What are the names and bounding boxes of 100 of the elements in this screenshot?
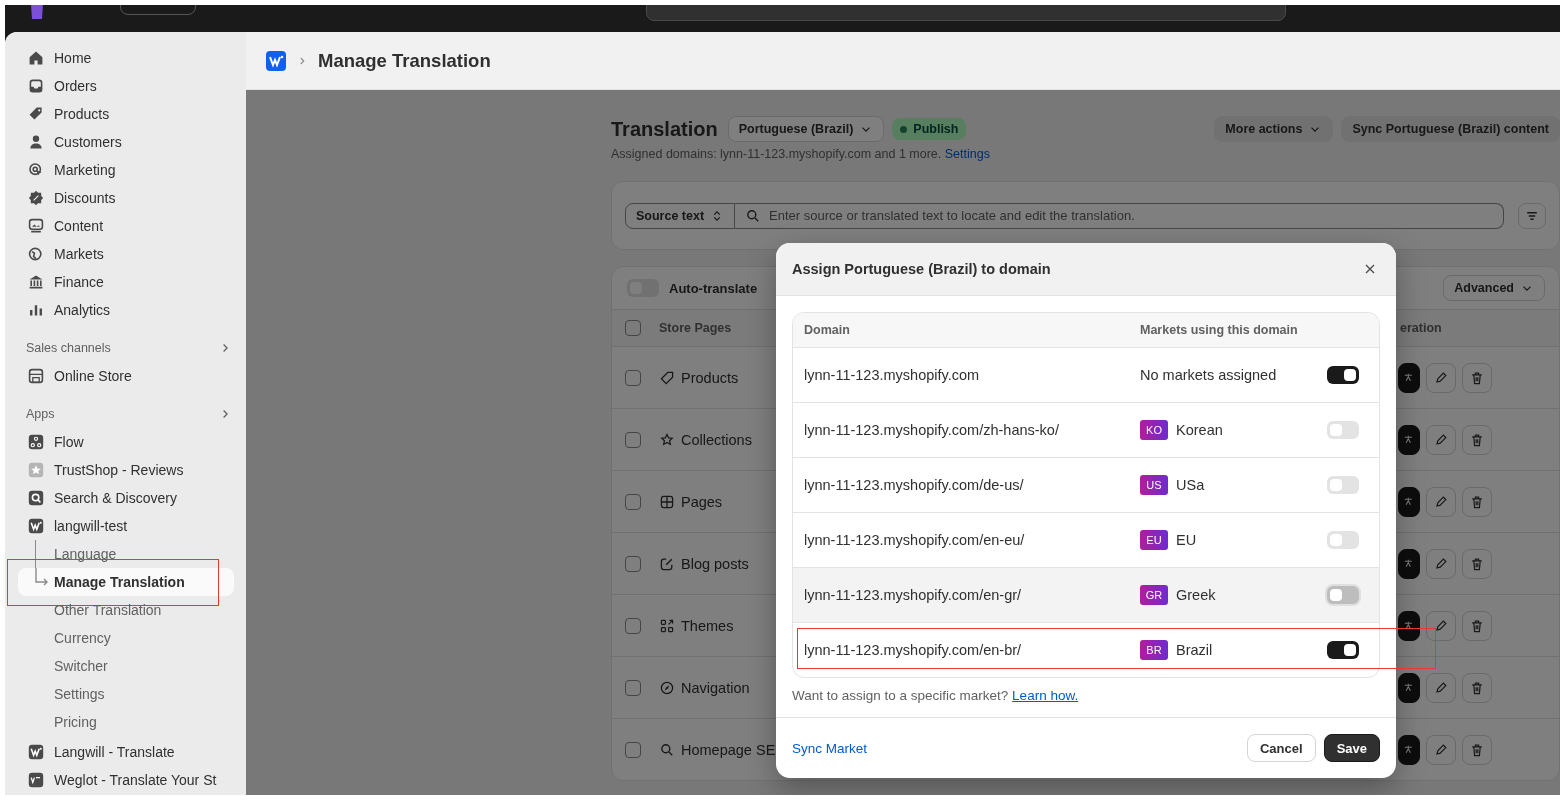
nav-item[interactable]: TrustShop - Reviews <box>18 456 234 484</box>
translate-button[interactable] <box>1398 610 1420 641</box>
sync-button[interactable]: Sync Portuguese (Brazil) content <box>1341 116 1560 142</box>
market-code-badge: BR <box>1140 640 1168 660</box>
nav-item[interactable]: Finance <box>18 268 234 296</box>
nav-item[interactable]: Online Store <box>18 362 234 390</box>
nav-item[interactable]: langwill-test <box>18 512 234 540</box>
nav-item[interactable]: Home <box>18 44 234 72</box>
edit-button[interactable] <box>1426 610 1456 641</box>
monitor-icon <box>28 218 44 234</box>
pencil-icon <box>1433 741 1449 758</box>
nav-item[interactable]: Search & Discovery <box>18 484 234 512</box>
search-app-icon <box>28 490 44 506</box>
nav-item[interactable]: Flow <box>18 428 234 456</box>
subnav-item[interactable]: Currency <box>18 624 234 652</box>
nav-item[interactable]: Discounts <box>18 184 234 212</box>
pencil-icon <box>1433 617 1449 634</box>
translate-button[interactable] <box>1398 486 1420 517</box>
delete-button[interactable] <box>1462 424 1492 455</box>
subnav-item[interactable]: Other Translation <box>18 596 234 624</box>
subnav-item[interactable]: Language <box>18 540 234 568</box>
domain-url: lynn-11-123.myshopify.com/en-gr/ <box>804 587 1023 603</box>
discount-badge-icon <box>28 190 44 206</box>
edit-button[interactable] <box>1426 486 1456 517</box>
toggle-switch[interactable] <box>1327 366 1359 384</box>
delete-button[interactable] <box>1462 734 1492 765</box>
star-icon <box>659 431 675 448</box>
toggle-switch[interactable] <box>1327 421 1359 439</box>
delete-button[interactable] <box>1462 610 1492 641</box>
subnav-item[interactable]: Switcher <box>18 652 234 680</box>
nav-item[interactable]: Markets <box>18 240 234 268</box>
translate-button[interactable] <box>1398 734 1420 765</box>
delete-button[interactable] <box>1462 362 1492 393</box>
w-logo-icon <box>28 744 44 760</box>
delete-button[interactable] <box>1462 672 1492 703</box>
wg-logo-icon <box>28 772 44 788</box>
edit-button[interactable] <box>1426 734 1456 765</box>
nav-item[interactable]: Products <box>18 100 234 128</box>
edit-button[interactable] <box>1426 424 1456 455</box>
sync-market-link[interactable]: Sync Market <box>792 740 868 756</box>
toggle-label: Auto-translate <box>669 280 758 296</box>
market-name: Greek <box>1176 587 1216 603</box>
learn-how-link[interactable]: Learn how. <box>1012 688 1079 703</box>
nav-item[interactable]: Marketing <box>18 156 234 184</box>
toggle-switch[interactable] <box>1327 476 1359 494</box>
nav-item[interactable]: Customers <box>18 128 234 156</box>
checkbox[interactable] <box>625 493 641 510</box>
row-label: Collections <box>681 431 752 448</box>
toggle-switch[interactable] <box>1327 641 1359 659</box>
source-select[interactable]: Source text <box>625 202 736 229</box>
save-button[interactable]: Save <box>1323 734 1380 762</box>
cancel-button[interactable]: Cancel <box>1247 734 1316 762</box>
star-app-icon <box>28 462 44 478</box>
assigned-domains-text: Assigned domains: lynn-11-123.myshopify.com and 1 more. <box>611 147 942 161</box>
toggle-switch[interactable] <box>1327 586 1359 604</box>
edit-button[interactable] <box>1426 672 1456 703</box>
language-select[interactable]: Portuguese (Brazil) <box>727 116 885 142</box>
domain-url: lynn-11-123.myshopify.com <box>804 367 981 383</box>
nav-item[interactable]: Orders <box>18 72 234 100</box>
pencil-icon <box>1433 493 1449 510</box>
translation-search-field[interactable]: Enter source or translated text to locate and edit the translation. <box>735 202 1504 229</box>
row-label: Blog posts <box>681 555 749 572</box>
toggle-switch[interactable] <box>1327 531 1359 549</box>
advanced-button[interactable]: Advanced <box>1443 275 1545 301</box>
store-icon <box>28 368 44 384</box>
edit-button[interactable] <box>1426 548 1456 579</box>
domain-url: lynn-11-123.myshopify.com/de-us/ <box>804 477 1025 493</box>
translate-button[interactable] <box>1398 672 1420 703</box>
compass-icon <box>659 679 675 696</box>
subnav-item[interactable]: Pricing <box>18 708 234 736</box>
checkbox[interactable] <box>625 555 641 572</box>
nav-item[interactable]: Analytics <box>18 296 234 324</box>
more-actions-button[interactable]: More actions <box>1214 116 1334 142</box>
checkbox[interactable] <box>625 617 641 634</box>
nav-item[interactable]: Content <box>18 212 234 240</box>
filter-button[interactable] <box>1518 202 1546 229</box>
nav-item[interactable]: Weglot - Translate Your St <box>18 766 234 794</box>
checkbox[interactable] <box>625 431 641 448</box>
checkbox[interactable] <box>625 679 641 696</box>
checkbox[interactable] <box>625 741 641 758</box>
market-code-badge: US <box>1140 475 1168 495</box>
delete-button[interactable] <box>1462 548 1492 579</box>
subnav-item[interactable]: Settings <box>18 680 234 708</box>
checkbox[interactable] <box>625 369 641 386</box>
translate-button[interactable] <box>1398 548 1420 579</box>
translate-button[interactable] <box>1398 362 1420 393</box>
nav-item[interactable]: Langwill - Translate <box>18 738 234 766</box>
section-heading: Sales channels <box>26 341 111 355</box>
translate-button[interactable] <box>1398 424 1420 455</box>
pencil-icon <box>1433 555 1449 572</box>
w-logo-icon <box>266 50 286 71</box>
inbox-icon <box>28 78 44 94</box>
subnav-item[interactable]: Manage Translation <box>18 568 234 596</box>
search-input[interactable]: Enter source or translated text to locate and edit the translation. <box>767 207 1493 224</box>
hint-text: Want to assign to a specific market? <box>792 688 1009 703</box>
layout-icon <box>659 493 675 510</box>
checkbox[interactable] <box>625 320 641 336</box>
bank-icon <box>28 274 44 290</box>
edit-button[interactable] <box>1426 362 1456 393</box>
delete-button[interactable] <box>1462 486 1492 517</box>
